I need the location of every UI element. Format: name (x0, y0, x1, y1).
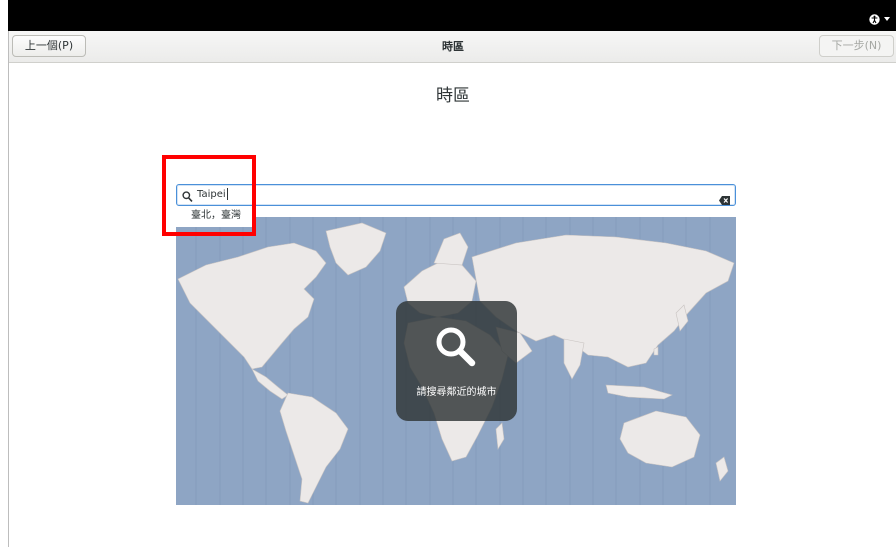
header-bar: 時區 上一個(P) 下一步(N) (9, 31, 896, 63)
chevron-down-icon (884, 17, 890, 21)
accessibility-menu[interactable] (869, 12, 890, 26)
header-title: 時區 (442, 40, 464, 53)
previous-button[interactable]: 上一個(P) (12, 35, 86, 57)
search-icon (434, 325, 478, 373)
annotation-highlight-box (162, 155, 256, 236)
top-bar (8, 0, 896, 31)
search-hint-overlay: 請搜尋鄰近的城市 (396, 301, 517, 421)
next-button[interactable]: 下一步(N) (819, 35, 894, 57)
accessibility-icon (869, 13, 880, 25)
installer-window: 時區 上一個(P) 下一步(N) 時區 Taipei 臺北，臺灣 請搜尋鄰近的城… (8, 31, 896, 547)
screen-edge (0, 0, 8, 547)
clear-icon[interactable] (719, 190, 730, 209)
page-title: 時區 (436, 86, 470, 106)
overlay-hint-text: 請搜尋鄰近的城市 (416, 387, 497, 398)
timezone-search-input[interactable]: Taipei (176, 184, 736, 206)
